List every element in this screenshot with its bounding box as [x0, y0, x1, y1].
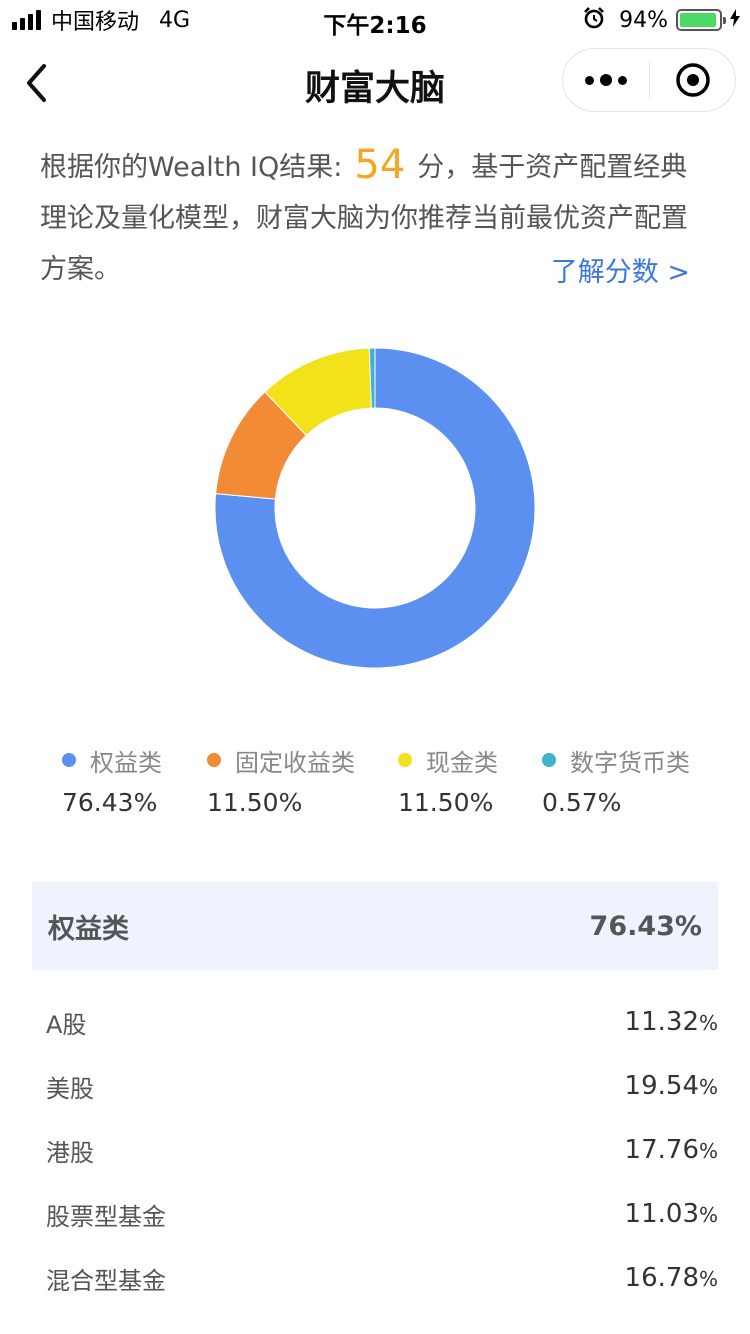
legend-head-fixed-income: 固定收益类 [185, 742, 365, 778]
status-bar: 中国移动 4G 下午2:16 94% [0, 0, 750, 40]
row-unit: % [698, 1139, 718, 1163]
row-name: 美股 [46, 1074, 94, 1103]
row-value-wrap: 11.03% [625, 1199, 718, 1229]
legend-label-cash: 现金类 [426, 748, 498, 777]
category-name: 权益类 [48, 913, 129, 945]
more-dots-icon [585, 75, 594, 85]
category-value: 76.43% [589, 910, 702, 942]
row-value-wrap: 17.76% [625, 1135, 718, 1165]
row-unit: % [698, 1011, 718, 1035]
close-target-icon [675, 63, 710, 97]
list-item: 港股 17.76% [46, 1118, 718, 1182]
legend-item-fixed-income: 固定收益类 11.50% [185, 742, 365, 817]
wealth-iq-score: 54 [354, 142, 406, 188]
row-name: 股票型基金 [46, 1202, 166, 1231]
more-dot-right [618, 75, 627, 85]
row-unit: % [698, 1075, 718, 1099]
nav-bar: 财富大脑 [0, 40, 750, 126]
list-item: 混合型基金 16.78% [46, 1246, 718, 1310]
legend-value-fixed-income: 11.50% [207, 788, 303, 817]
legend-dot-crypto [542, 753, 556, 767]
legend-label-crypto: 数字货币类 [570, 748, 690, 777]
legend-label-fixed-income: 固定收益类 [235, 748, 355, 777]
battery-percent: 94% [619, 7, 668, 33]
intro-text-before: 根据你的Wealth IQ结果: [40, 152, 343, 183]
list-item: 股票型基金 11.03% [46, 1182, 718, 1246]
list-item: A股 11.32% [46, 990, 718, 1054]
row-name: A股 [46, 1010, 87, 1039]
allocation-chart [0, 330, 750, 690]
alarm-icon [583, 6, 605, 34]
legend-dot-equity [62, 753, 76, 767]
legend-dot-cash [398, 753, 412, 767]
row-value: 17.76 [624, 1135, 699, 1165]
row-value: 16.78 [624, 1263, 699, 1293]
chart-legend: 权益类 76.43% 固定收益类 11.50% 现金类 11.50% 数字货币类… [40, 742, 730, 832]
mini-program-capsule [562, 48, 736, 112]
row-value-wrap: 19.54% [625, 1071, 718, 1101]
legend-item-crypto: 数字货币类 0.57% [520, 742, 700, 817]
row-unit: % [698, 1267, 718, 1291]
battery-level [680, 13, 716, 27]
row-value-wrap: 11.32% [625, 1007, 718, 1037]
row-name: 港股 [46, 1138, 94, 1167]
row-value-wrap: 16.78% [625, 1263, 718, 1293]
more-button[interactable] [563, 49, 649, 111]
row-name: 混合型基金 [46, 1266, 166, 1295]
legend-head-crypto: 数字货币类 [520, 742, 700, 778]
status-right: 94% [583, 6, 740, 34]
more-dot-center [600, 74, 612, 86]
row-unit: % [698, 1203, 718, 1227]
row-value: 11.03 [624, 1199, 699, 1229]
category-rows: A股 11.32% 美股 19.54% 港股 17.76% 股票型基金 11.0… [46, 990, 718, 1310]
row-value: 11.32 [624, 1007, 699, 1037]
learn-score-link[interactable]: 了解分数 > [551, 250, 690, 289]
legend-label-equity: 权益类 [90, 748, 162, 777]
donut-chart-svg [214, 347, 536, 669]
legend-value-crypto: 0.57% [542, 788, 622, 817]
battery-icon [676, 9, 726, 31]
charging-icon [730, 8, 740, 32]
legend-dot-fixed-income [207, 753, 221, 767]
close-button[interactable] [650, 49, 735, 111]
category-header[interactable]: 权益类 76.43% [32, 882, 718, 970]
list-item: 美股 19.54% [46, 1054, 718, 1118]
row-value: 19.54 [624, 1071, 699, 1101]
